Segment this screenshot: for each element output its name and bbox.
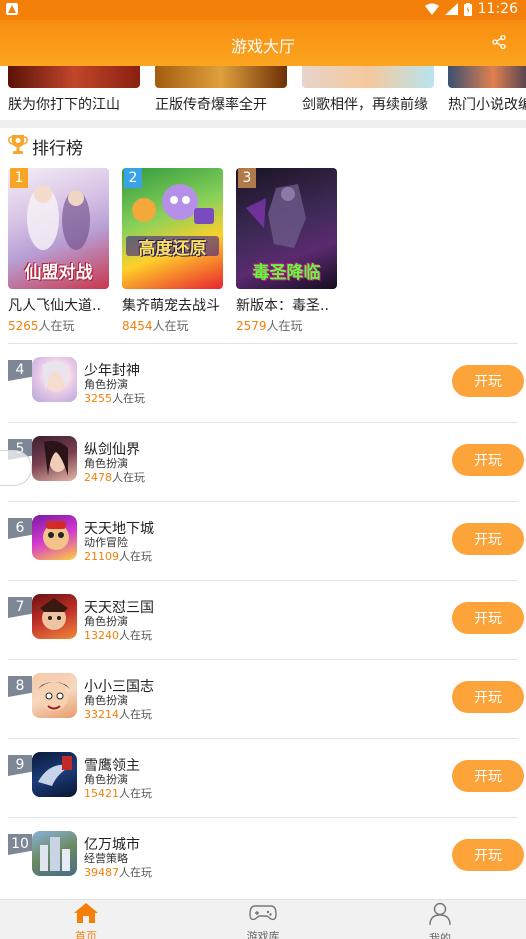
tab-game-library[interactable]: 游戏库 [203,902,323,939]
rank-badge: 6 [8,518,32,539]
status-bar: 11:26 [0,0,526,20]
list-item[interactable]: 5 纵剑仙界 角色扮演 2478人在玩 开玩 [8,422,524,501]
game-cover[interactable]: 2 高度还原 [122,168,223,289]
game-cover[interactable]: 3 毒圣降临 [236,168,337,289]
banner-image[interactable] [155,66,287,88]
list-item[interactable]: 6 天天地下城 动作冒险 21109人在玩 开玩 [8,501,524,580]
player-count: 2478人在玩 [84,471,145,484]
top-game-card[interactable]: 2 高度还原 集齐萌宠去战斗 8454人在玩 [122,168,224,334]
banner-image[interactable] [448,66,526,88]
play-button[interactable]: 开玩 [452,365,524,397]
home-icon [74,903,98,923]
game-icon[interactable] [32,594,77,639]
banner-label[interactable]: 正版传奇爆率全开 [155,94,267,114]
tab-home[interactable]: 首页 [26,902,146,939]
banner-image[interactable] [8,66,140,88]
list-item[interactable]: 10 亿万城市 经营策略 39487人在玩 开玩 [8,817,524,896]
banner-carousel[interactable]: 朕为你打下的江山 正版传奇爆率全开 剑歌相伴，再续前缘 热门小说改编 [0,66,526,118]
player-count: 5265人在玩 [8,319,75,333]
banner-label[interactable]: 热门小说改编 [448,94,526,114]
list-item[interactable]: 9 雪鹰领主 角色扮演 15421人在玩 开玩 [8,738,524,817]
rank-badge: 10 [8,834,32,855]
banner-label[interactable]: 剑歌相伴，再续前缘 [302,94,428,114]
game-name[interactable]: 新版本：毒圣.. [236,295,338,315]
tab-label: 我的 [429,932,451,939]
rank-badge: 9 [8,755,32,776]
ranking-list: 4 少年封神 角色扮演 3255人在玩 开玩 5 纵剑仙界 角色扮演 2478人… [0,343,526,896]
list-item[interactable]: 4 少年封神 角色扮演 3255人在玩 开玩 [8,343,524,422]
section-divider [0,120,526,128]
player-count: 15421人在玩 [84,787,152,800]
play-button[interactable]: 开玩 [452,602,524,634]
player-count: 21109人在玩 [84,550,152,563]
rank-badge: 8 [8,676,32,697]
cover-title: 仙盟对战 [24,263,93,283]
game-icon[interactable] [32,831,77,876]
rank-badge: 7 [8,597,32,618]
game-icon[interactable] [32,436,77,481]
title-bar: 游戏大厅 [0,20,526,66]
cover-title: 高度还原 [138,239,207,259]
trophy-icon [8,133,28,159]
game-name[interactable]: 集齐萌宠去战斗 [122,295,224,315]
banner-label[interactable]: 朕为你打下的江山 [8,94,120,114]
tab-mine[interactable]: 我的 [380,902,500,939]
list-item[interactable]: 8 小小三国志 角色扮演 33214人在玩 开玩 [8,659,524,738]
play-button[interactable]: 开玩 [452,760,524,792]
bottom-tab-bar: 首页 游戏库 我的 [0,899,526,939]
game-icon[interactable] [32,515,77,560]
share-icon[interactable] [492,34,506,53]
top-game-card[interactable]: 1 仙盟对战 凡人飞仙大道.. 5265人在玩 [8,168,110,334]
gamepad-icon [249,905,277,921]
game-icon[interactable] [32,752,77,797]
status-icons: 11:26 [424,1,518,17]
tab-label: 游戏库 [246,930,280,939]
player-count: 2579人在玩 [236,319,303,333]
signal-icon [444,3,458,15]
wifi-icon [424,3,439,15]
page-title: 游戏大厅 [230,37,295,56]
clock: 11:26 [477,1,518,17]
game-name[interactable]: 凡人飞仙大道.. [8,295,110,315]
player-count: 33214人在玩 [84,708,152,721]
list-item[interactable]: 7 天天怼三国 角色扮演 13240人在玩 开玩 [8,580,524,659]
ranking-title: 排行榜 [32,138,83,159]
play-button[interactable]: 开玩 [452,444,524,476]
play-button[interactable]: 开玩 [452,681,524,713]
banner-image[interactable] [302,66,434,88]
ranking-header: 排行榜 [8,133,83,159]
tab-label: 首页 [75,930,97,939]
rank-badge-silver: 2 [124,168,142,188]
top-game-card[interactable]: 3 毒圣降临 新版本：毒圣.. 2579人在玩 [236,168,338,334]
battery-icon [463,2,472,16]
play-button[interactable]: 开玩 [452,839,524,871]
play-button[interactable]: 开玩 [452,523,524,555]
rank-badge-bronze: 3 [238,168,256,188]
player-count: 39487人在玩 [84,866,152,879]
android-notification-icon [6,3,18,19]
rank-badge-gold: 1 [10,168,28,188]
player-count: 8454人在玩 [122,319,189,333]
app-root: 11:26 游戏大厅 朕为你打下的江山 正版传奇爆率全开 剑歌相伴，再续前缘 热… [0,0,526,939]
cover-title: 毒圣降临 [252,263,321,283]
player-count: 13240人在玩 [84,629,152,642]
rank-badge: 4 [8,360,32,381]
game-icon[interactable] [32,357,77,402]
game-cover[interactable]: 1 仙盟对战 [8,168,109,289]
game-icon[interactable] [32,673,77,718]
user-icon [429,902,451,926]
player-count: 3255人在玩 [84,392,145,405]
